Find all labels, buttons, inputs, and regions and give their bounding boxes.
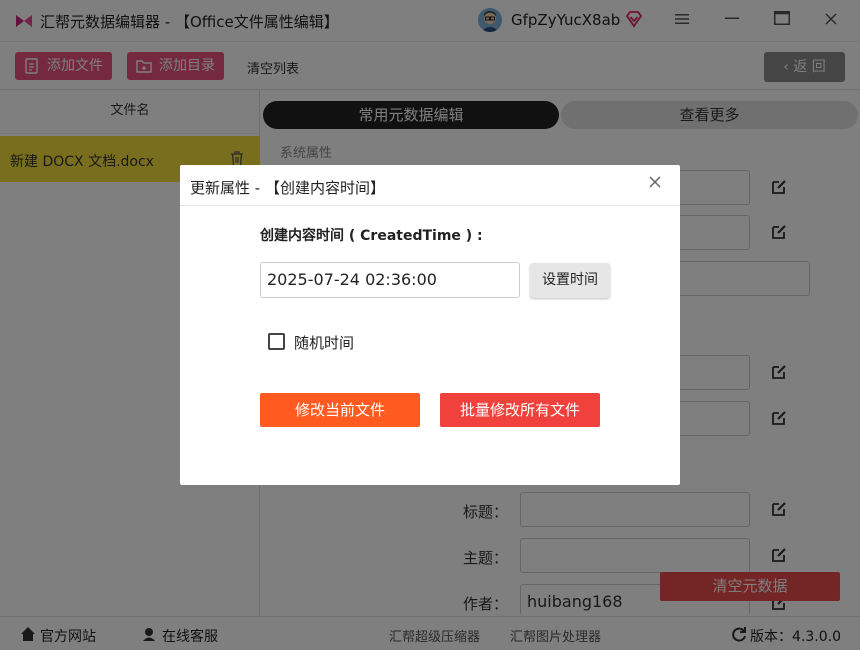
created-time-label: 创建内容时间 ( CreatedTime ) : <box>260 228 483 244</box>
dialog-close-icon[interactable] <box>646 174 664 192</box>
modify-current-file-button[interactable]: 修改当前文件 <box>260 393 420 427</box>
random-time-label[interactable]: 随机时间 <box>294 332 354 353</box>
created-time-input[interactable]: 2025-07-24 02:36:00 <box>260 262 520 298</box>
dialog-divider <box>180 205 680 206</box>
dialog-title: 更新属性 - 【创建内容时间】 <box>190 179 385 197</box>
set-time-button[interactable]: 设置时间 <box>530 263 610 298</box>
random-time-checkbox[interactable] <box>268 333 285 350</box>
batch-modify-all-button[interactable]: 批量修改所有文件 <box>440 393 600 427</box>
update-property-dialog: 更新属性 - 【创建内容时间】 创建内容时间 ( CreatedTime ) :… <box>180 165 680 485</box>
